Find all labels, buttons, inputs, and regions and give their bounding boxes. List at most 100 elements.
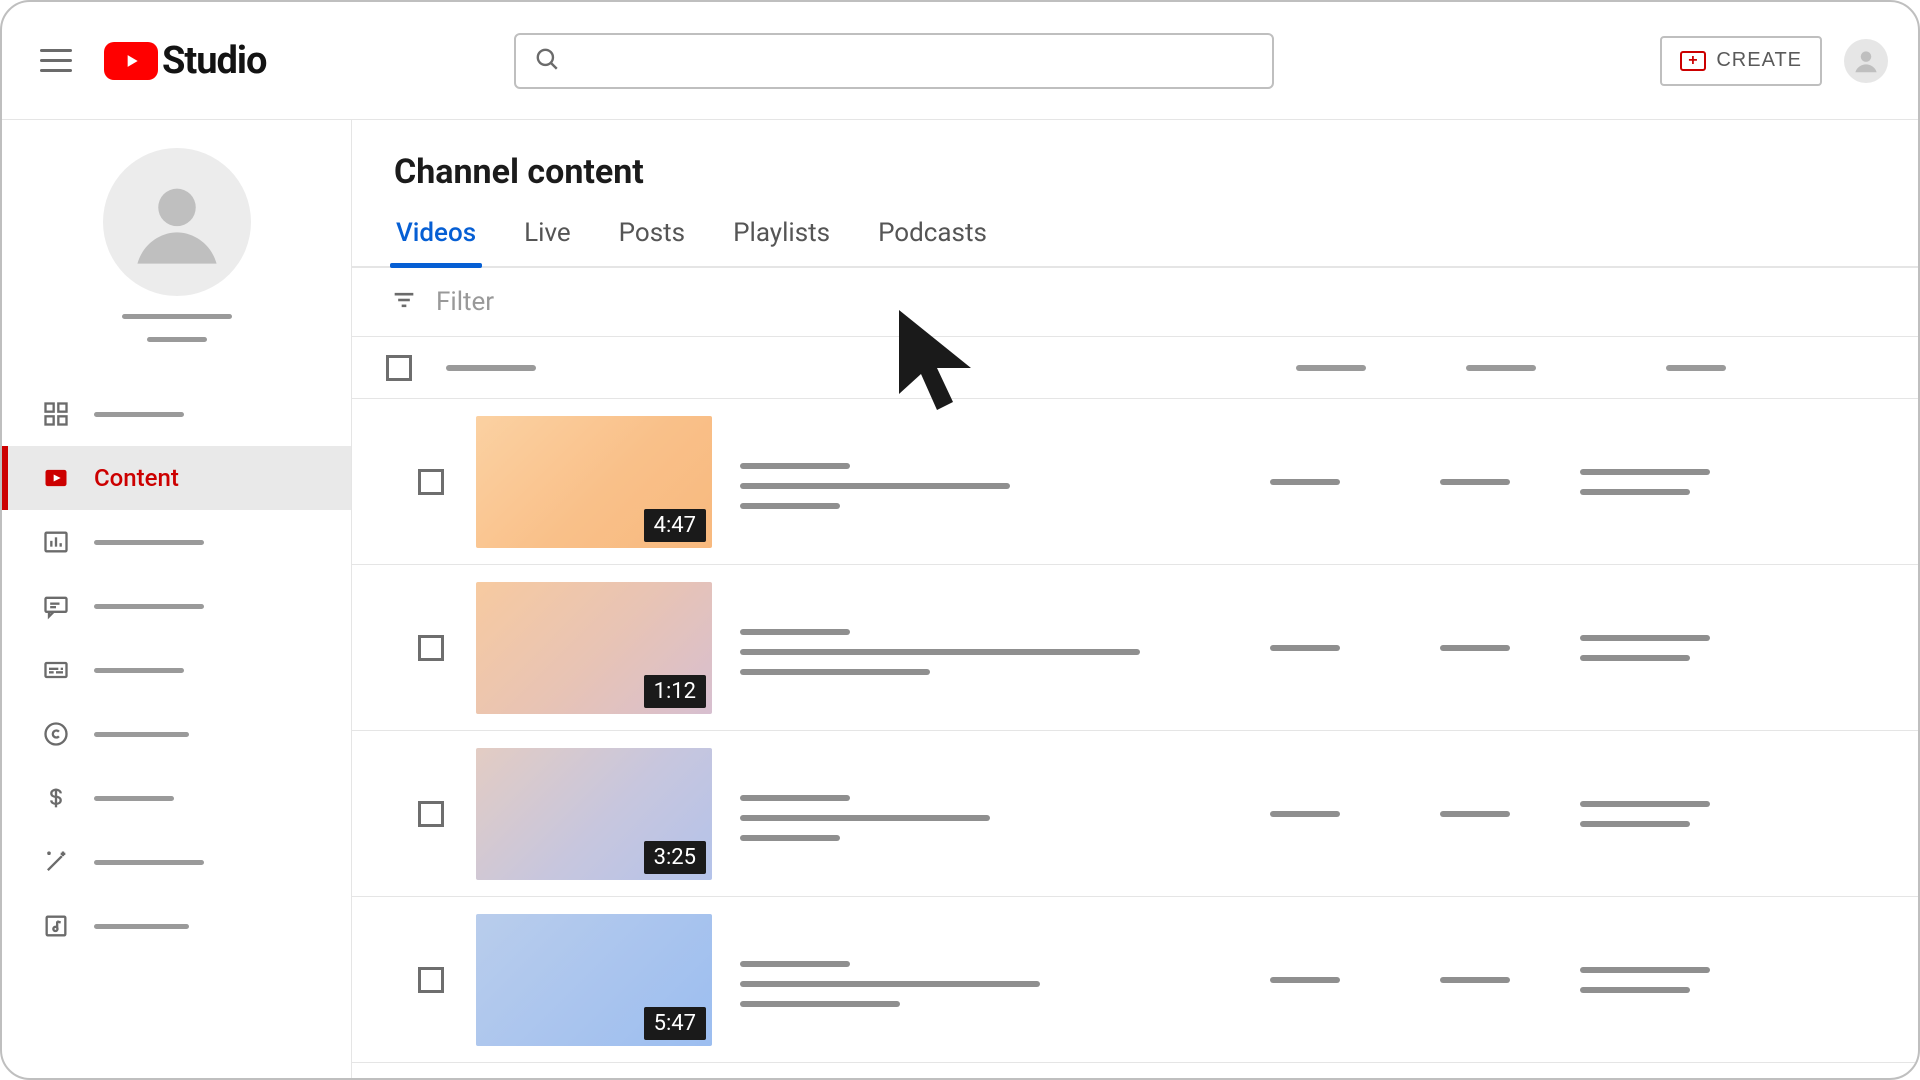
cell-placeholder [1440,977,1510,983]
nav-label-placeholder [94,540,204,545]
desc-placeholder [740,649,1140,655]
dashboard-icon [42,400,70,428]
select-all-checkbox[interactable] [386,355,412,381]
desc-placeholder [740,815,990,821]
search-icon [534,46,560,76]
nav-label-placeholder [94,860,204,865]
th-col-placeholder [1296,365,1366,371]
account-avatar[interactable] [1844,39,1888,83]
video-thumbnail[interactable]: 3:25 [476,748,712,880]
search-box[interactable] [514,33,1274,89]
desc-placeholder [740,503,840,509]
analytics-icon [42,528,70,556]
page-title: Channel content [352,120,1918,208]
video-duration: 5:47 [644,1007,706,1040]
desc-placeholder [740,835,840,841]
title-placeholder [740,629,850,635]
nav-label-placeholder [94,668,184,673]
comments-icon [42,592,70,620]
youtube-play-icon [104,42,158,80]
menu-toggle[interactable] [32,37,80,85]
video-text [740,621,1220,675]
row-checkbox[interactable] [418,469,444,495]
video-thumbnail[interactable]: 1:12 [476,582,712,714]
nav-label-placeholder [94,412,184,417]
sidebar: Content [2,120,352,1078]
table-header [352,337,1918,399]
th-col-placeholder [1466,365,1536,371]
channel-avatar [103,148,251,296]
filter-label: Filter [436,287,494,317]
tab-posts[interactable]: Posts [617,208,687,266]
sidebar-item-dashboard[interactable] [2,382,351,446]
tab-podcasts[interactable]: Podcasts [876,208,989,266]
cell-placeholder [1580,655,1690,661]
copyright-icon [42,720,70,748]
video-thumbnail[interactable]: 5:47 [476,914,712,1046]
cell-placeholder [1270,811,1340,817]
row-checkbox[interactable] [418,635,444,661]
video-text [740,953,1220,1007]
tab-playlists[interactable]: Playlists [731,208,832,266]
desc-placeholder [740,1001,900,1007]
video-text [740,787,1220,841]
content-icon [42,464,70,492]
sidebar-item-copyright[interactable] [2,702,351,766]
channel-name-placeholder [122,314,232,319]
video-duration: 1:12 [644,675,706,708]
dollar-icon [42,784,70,812]
nav-label-placeholder [94,732,189,737]
title-placeholder [740,463,850,469]
create-button-label: CREATE [1716,49,1802,72]
audio-library-icon [42,912,70,940]
nav-label-placeholder [94,924,189,929]
table-row[interactable]: 4:47 [352,399,1918,565]
th-col-placeholder [1666,365,1726,371]
table-row[interactable]: 1:12 [352,565,1918,731]
nav-label-placeholder [94,604,204,609]
video-thumbnail[interactable]: 4:47 [476,416,712,548]
logo-text: Studio [162,39,266,83]
sidebar-item-subtitles[interactable] [2,638,351,702]
sidebar-item-content[interactable]: Content [2,446,351,510]
cell-placeholder [1270,645,1340,651]
cell-placeholder [1580,469,1710,475]
filter-bar[interactable]: Filter [352,268,1918,337]
sidebar-nav: Content [2,382,351,958]
desc-placeholder [740,483,1010,489]
cell-placeholder [1580,635,1710,641]
sidebar-item-audio[interactable] [2,894,351,958]
filter-icon [390,286,418,318]
tab-live[interactable]: Live [522,208,573,266]
th-video-placeholder [446,365,536,371]
search-input[interactable] [574,49,1254,72]
cell-placeholder [1580,489,1690,495]
cell-placeholder [1270,479,1340,485]
nav-label-placeholder [94,796,174,801]
tab-videos[interactable]: Videos [394,208,478,266]
magic-wand-icon [42,848,70,876]
sidebar-item-analytics[interactable] [2,510,351,574]
channel-block[interactable] [2,148,351,382]
channel-subtext-placeholder [147,337,207,342]
nav-label: Content [94,464,179,492]
cell-placeholder [1440,811,1510,817]
sidebar-item-customization[interactable] [2,830,351,894]
subtitles-icon [42,656,70,684]
row-checkbox[interactable] [418,967,444,993]
topbar: Studio + CREATE [2,2,1918,120]
cell-placeholder [1440,645,1510,651]
table-row[interactable]: 3:25 [352,731,1918,897]
video-duration: 4:47 [644,509,706,542]
cell-placeholder [1440,479,1510,485]
logo[interactable]: Studio [104,39,266,83]
cell-placeholder [1580,821,1690,827]
table-row[interactable]: 5:47 [352,897,1918,1063]
create-button[interactable]: + CREATE [1660,36,1822,86]
video-rows: 4:47 1:12 [352,399,1918,1063]
sidebar-item-comments[interactable] [2,574,351,638]
row-checkbox[interactable] [418,801,444,827]
cell-placeholder [1580,987,1690,993]
sidebar-item-earn[interactable] [2,766,351,830]
video-duration: 3:25 [644,841,706,874]
